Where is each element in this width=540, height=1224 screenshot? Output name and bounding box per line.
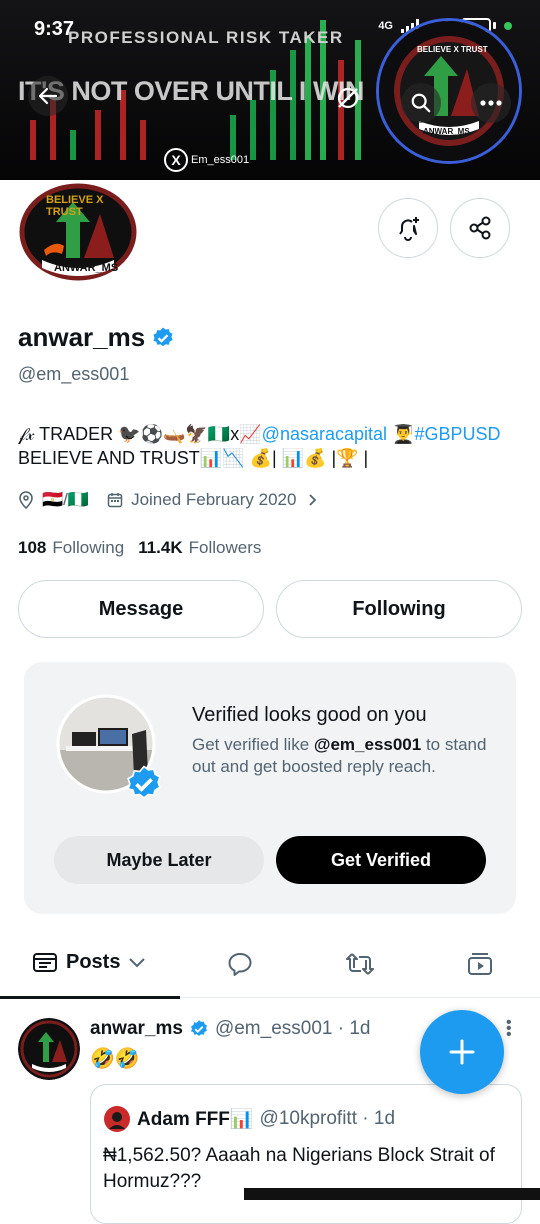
quoted-post[interactable]: Adam FFF📊 @10kprofitt · 1d ₦1,562.50? Aa… — [90, 1084, 522, 1224]
tab-posts[interactable]: Posts — [32, 950, 146, 974]
quoted-post-header: Adam FFF📊 @10kprofitt · 1d — [103, 1105, 395, 1133]
tab-posts-label: Posts — [66, 950, 121, 973]
bio-mention-link[interactable]: @nasaracapital — [262, 424, 387, 444]
location-pin-icon — [19, 491, 33, 509]
active-tab-indicator — [0, 996, 180, 999]
posts-icon — [33, 953, 57, 972]
reply-bubble-icon — [228, 953, 252, 976]
chevron-right-icon[interactable] — [308, 493, 318, 507]
following-count: 108 — [18, 538, 47, 557]
location-text: 🇪🇬/🇳🇬 — [42, 490, 90, 509]
verified-card-title: Verified looks good on you — [192, 704, 427, 726]
bio-hashtag-link[interactable]: #GBPUSD — [414, 424, 500, 444]
quoted-post-meta: @10kprofitt · 1d — [259, 1108, 396, 1129]
bio-middle: 👨‍🎓 — [392, 424, 415, 444]
post-header: anwar_ms @em_ess001 · 1d — [90, 1018, 371, 1040]
post-text: 🤣🤣 — [90, 1048, 140, 1070]
logo-top-text: BELIEVE X TRUST — [417, 45, 488, 54]
following-button[interactable]: Following — [276, 580, 522, 638]
privacy-indicator-icon — [504, 21, 512, 30]
chevron-down-icon — [129, 958, 146, 968]
banner-handle-text: Em_ess001 — [191, 154, 250, 166]
verified-badge-icon[interactable] — [151, 326, 175, 350]
more-options-button[interactable] — [471, 83, 511, 123]
display-name-text: anwar_ms — [18, 322, 146, 352]
following-label: Following — [52, 538, 125, 557]
bio-prefix: 𝒻𝓍 TRADER 🐦‍⬛⚽🛶🦅🇳🇬x📈 — [18, 424, 262, 444]
followers-count: 11.4K — [138, 538, 183, 557]
verified-text-prefix: Get verified like — [192, 735, 314, 754]
bio-line2: BELIEVE AND TRUST📊📉 💰| 📊💰 |🏆 | — [18, 448, 369, 468]
followers-count-link[interactable]: 11.4K Followers — [138, 538, 261, 558]
tab-reposts[interactable] — [344, 950, 376, 983]
floating-logo-badge: BELIEVE X TRUST ANWAR_MS — [376, 18, 522, 164]
tab-media[interactable] — [466, 950, 494, 983]
display-name: anwar_ms — [18, 322, 175, 353]
verified-promo-card: Verified looks good on you Get verified … — [24, 662, 516, 914]
share-button[interactable] — [450, 198, 510, 258]
grok-icon — [337, 87, 359, 109]
bottom-nav-bar — [244, 1188, 540, 1200]
repost-icon — [346, 953, 374, 975]
avatar-text-top: BELIEVE X TRUST — [46, 194, 104, 218]
banner-tagline: PROFESSIONAL RISK TAKER — [68, 28, 344, 47]
bell-plus-icon — [399, 217, 419, 241]
post-author-name[interactable]: anwar_ms — [90, 1018, 183, 1040]
banner-headline: IT'S NOT OVER UNTIL I WIN — [18, 76, 364, 106]
more-horizontal-icon — [480, 100, 502, 106]
search-button[interactable] — [401, 83, 441, 123]
plus-icon — [449, 1039, 475, 1065]
profile-banner[interactable]: 9:37 PROFESSIONAL RISK TAKER IT'S NOT OV… — [0, 0, 540, 180]
profile-bio: 𝒻𝓍 TRADER 🐦‍⬛⚽🛶🦅🇳🇬x📈@nasaracapital 👨‍🎓#G… — [18, 422, 518, 470]
network-label: 4G — [378, 19, 393, 32]
following-count-link[interactable]: 108 Following — [18, 538, 124, 558]
profile-avatar[interactable]: BELIEVE X TRUST ANWAR_MS — [16, 180, 140, 284]
quoted-author-avatar — [104, 1106, 130, 1132]
joined-date: Joined February 2020 — [131, 490, 297, 509]
post-author-avatar[interactable] — [18, 1018, 80, 1080]
back-button[interactable] — [28, 76, 68, 116]
avatar-text-bottom: ANWAR_MS — [54, 262, 119, 274]
verified-card-text: Get verified like @em_ess001 to stand ou… — [192, 734, 492, 778]
x-logo-icon: X — [164, 148, 188, 172]
banner-watermark: X Em_ess001 — [164, 148, 249, 172]
notifications-button[interactable] — [378, 198, 438, 258]
followers-label: Followers — [188, 538, 262, 557]
post-more-icon[interactable]: • • • — [506, 1015, 512, 1043]
tab-replies[interactable] — [226, 950, 254, 983]
search-icon — [411, 93, 431, 113]
follow-counts: 108 Following 11.4K Followers — [18, 538, 261, 558]
avatar-logo-small-icon — [18, 1018, 80, 1080]
profile-handle: @em_ess001 — [18, 364, 130, 384]
verified-large-badge-icon — [127, 765, 161, 799]
message-button[interactable]: Message — [18, 580, 264, 638]
verified-text-handle: @em_ess001 — [313, 735, 422, 754]
profile-meta: 🇪🇬/🇳🇬 Joined February 2020 — [18, 490, 318, 510]
compose-post-button[interactable] — [420, 1010, 504, 1094]
share-icon — [469, 216, 491, 240]
maybe-later-button[interactable]: Maybe Later — [54, 836, 264, 884]
profile-tabs: Posts — [0, 938, 540, 999]
quoted-author-name: Adam FFF📊 — [137, 1109, 254, 1130]
verified-badge-icon — [191, 1020, 207, 1036]
arrow-left-icon — [38, 87, 58, 105]
grok-button[interactable] — [328, 78, 368, 118]
video-icon — [468, 953, 492, 975]
post-meta: @em_ess001 · 1d — [214, 1018, 371, 1039]
logo-bottom-text: ANWAR_MS — [423, 127, 470, 136]
get-verified-button[interactable]: Get Verified — [276, 836, 486, 884]
calendar-icon — [107, 493, 123, 508]
